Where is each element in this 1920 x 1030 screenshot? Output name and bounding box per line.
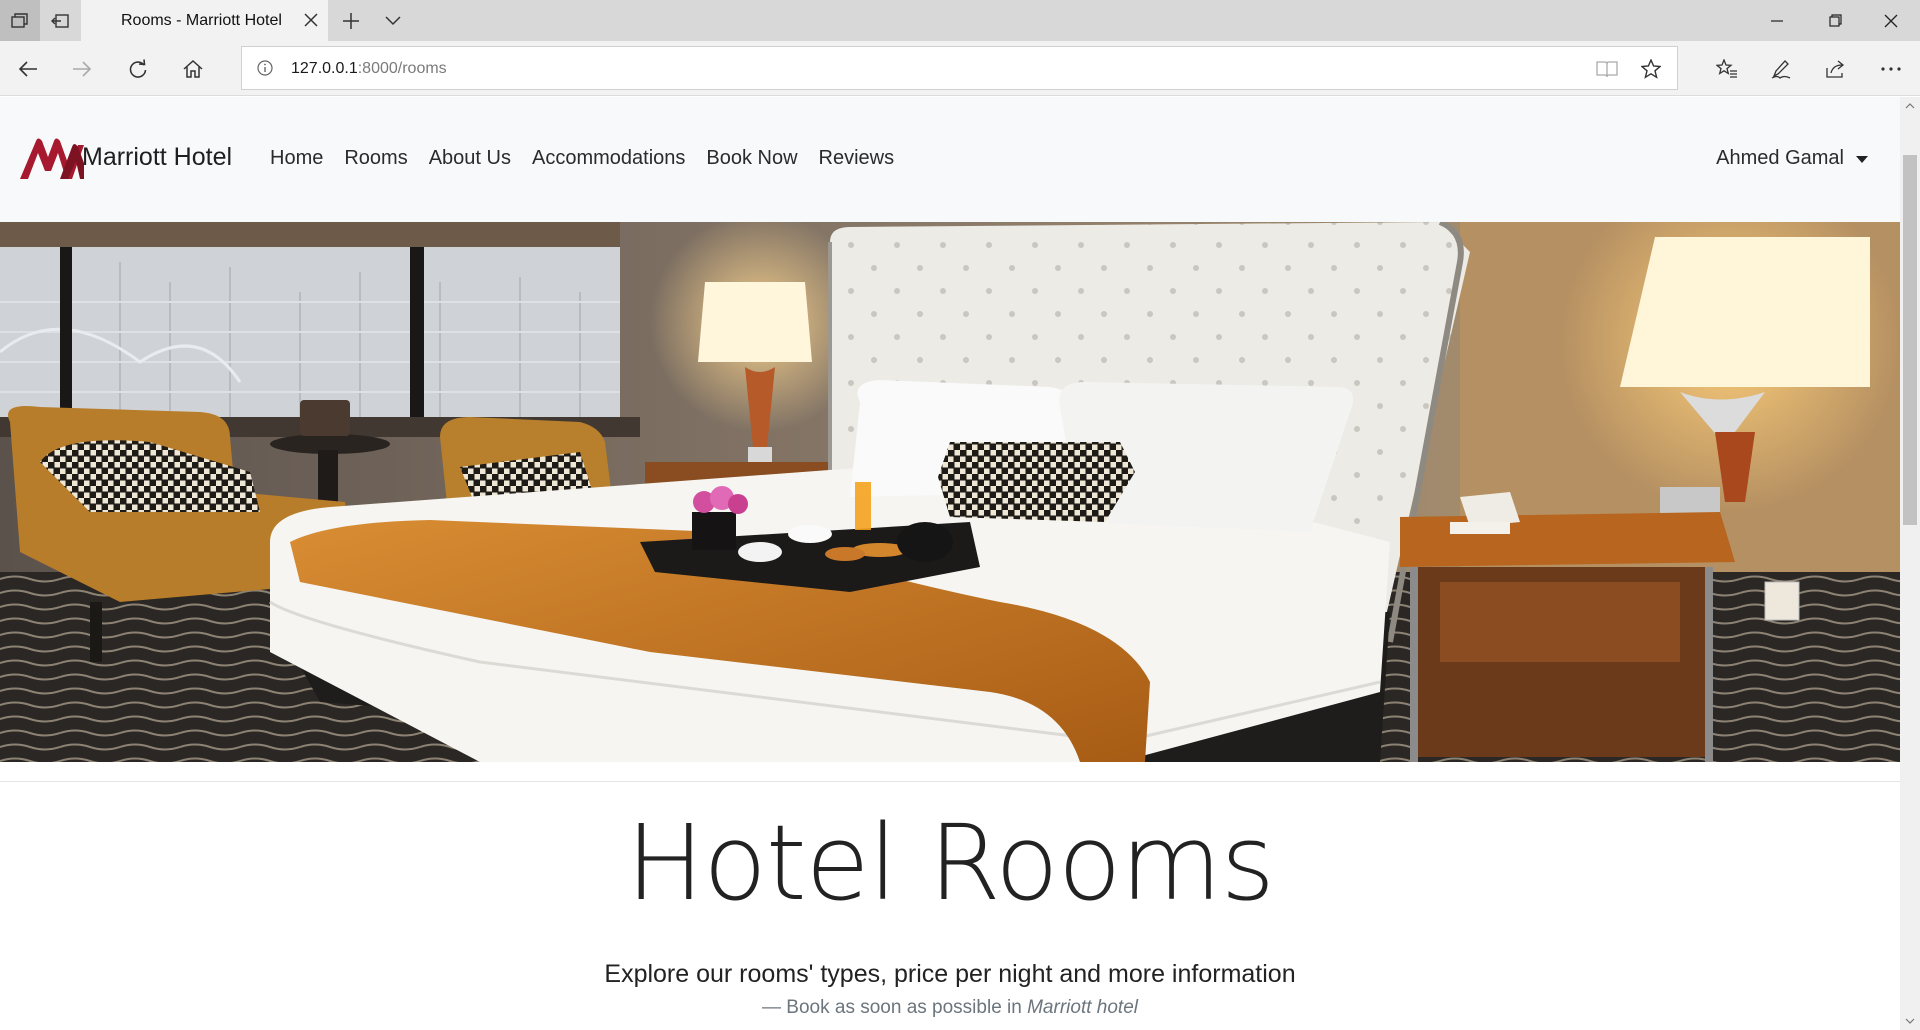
url-path: :8000/rooms — [357, 60, 447, 77]
chevron-down-icon[interactable] — [376, 8, 410, 34]
scroll-up-icon[interactable] — [1900, 97, 1920, 115]
nav-link-accommodations[interactable]: Accommodations — [532, 147, 685, 170]
nav-link-reviews[interactable]: Reviews — [819, 147, 895, 170]
blockquote-footer: — Book as soon as possible in Marriott h… — [0, 997, 1900, 1019]
nav-link-about-us[interactable]: About Us — [429, 147, 511, 170]
footer-prefix: — Book as soon as possible in — [762, 997, 1028, 1018]
minimize-icon[interactable] — [1748, 0, 1806, 41]
vertical-scrollbar[interactable] — [1900, 97, 1920, 1030]
page-lead: Explore our rooms' types, price per nigh… — [604, 960, 1296, 988]
window-close-icon[interactable] — [1862, 0, 1920, 41]
user-dropdown[interactable]: Ahmed Gamal — [1716, 147, 1868, 170]
reading-view-icon[interactable] — [1595, 57, 1619, 81]
url-text[interactable]: 127.0.0.1:8000/rooms — [291, 60, 447, 78]
back-icon[interactable] — [6, 41, 50, 96]
nav-link-home[interactable]: Home — [270, 147, 323, 170]
address-bar[interactable]: 127.0.0.1:8000/rooms — [241, 46, 1678, 90]
nav-link-rooms[interactable]: Rooms — [344, 147, 407, 170]
footer-emphasis: Marriott hotel — [1027, 997, 1138, 1018]
restore-icon[interactable] — [1806, 0, 1864, 41]
brand-name[interactable]: Marriott Hotel — [82, 143, 232, 172]
pen-notes-icon[interactable] — [1759, 41, 1803, 96]
share-icon[interactable] — [1814, 41, 1858, 96]
favorites-hub-icon[interactable] — [1705, 41, 1749, 96]
new-tab-icon[interactable] — [334, 8, 368, 34]
browser-toolbar: 127.0.0.1:8000/rooms — [0, 41, 1920, 96]
nav-links: Home Rooms About Us Accommodations Book … — [270, 147, 915, 170]
hero-image — [0, 222, 1900, 762]
hotel-room-illustration — [0, 222, 1900, 762]
forward-icon[interactable] — [60, 41, 104, 96]
site-navbar: Marriott Hotel Home Rooms About Us Accom… — [0, 97, 1900, 222]
favorite-star-icon[interactable] — [1639, 57, 1663, 81]
tab-title: Rooms - Marriott Hotel — [121, 12, 282, 29]
more-icon[interactable] — [1869, 41, 1913, 96]
close-icon[interactable] — [300, 9, 322, 31]
set-aside-tabs-icon[interactable] — [40, 0, 80, 41]
tab-overview-icon[interactable] — [0, 0, 40, 41]
page-viewport: Marriott Hotel Home Rooms About Us Accom… — [0, 97, 1900, 1030]
caret-down-icon — [1856, 156, 1868, 163]
scrollbar-thumb[interactable] — [1903, 155, 1917, 525]
user-name: Ahmed Gamal — [1716, 147, 1844, 169]
url-host: 127.0.0.1 — [291, 60, 358, 77]
tab-rooms[interactable]: Rooms - Marriott Hotel — [81, 0, 328, 41]
scroll-down-icon[interactable] — [1900, 1012, 1920, 1030]
info-icon[interactable] — [256, 59, 274, 77]
browser-tab-strip: Rooms - Marriott Hotel — [0, 0, 1920, 41]
nav-link-book-now[interactable]: Book Now — [706, 147, 797, 170]
section-divider — [0, 781, 1900, 782]
home-icon[interactable] — [171, 41, 215, 96]
refresh-icon[interactable] — [116, 41, 160, 96]
marriott-logo-icon[interactable] — [20, 133, 84, 181]
page-title: Hotel Rooms — [626, 802, 1275, 924]
